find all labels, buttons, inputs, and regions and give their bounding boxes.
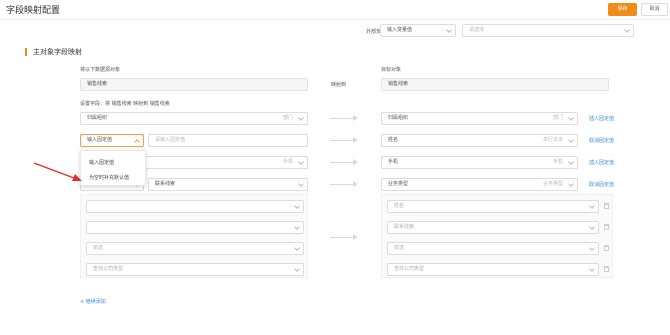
mapping-arrow — [330, 137, 358, 144]
cancel-button[interactable]: 取消 — [641, 3, 668, 16]
target-field-select[interactable]: 联系线索 — [387, 221, 599, 234]
external-owner-type-select[interactable]: 输入变量值 — [380, 24, 456, 37]
chevron-down-icon — [294, 224, 300, 230]
mapping-arrow — [330, 159, 358, 166]
chevron-down-icon — [589, 224, 595, 230]
target-field-value: 姓名 — [394, 203, 405, 209]
target-field-value: 业务类型 — [388, 181, 409, 187]
target-field-value: 手机 — [388, 159, 399, 165]
target-field-select[interactable]: 归属组织 部门 — [381, 112, 578, 125]
save-button[interactable]: 保存 — [608, 3, 637, 16]
source-object-label: 将以下数据源对象 — [80, 67, 121, 73]
chevron-down-icon — [294, 245, 300, 251]
chevron-down-icon — [589, 245, 595, 251]
source-field-value: 查找公司类型 — [93, 266, 124, 272]
source-field-value: 联系线索 — [155, 181, 176, 187]
source-field-type: 手机 — [282, 159, 293, 165]
map-to-label: 映射到 — [331, 82, 347, 88]
target-object-value: 销售线索 — [388, 81, 409, 87]
mapping-arrow — [330, 234, 358, 241]
chevron-down-icon — [568, 115, 574, 121]
fixed-value-placeholder: 请输入固定值 — [155, 137, 186, 143]
page-title: 字段映射配置 — [6, 6, 61, 16]
source-field-select[interactable]: 单选 — [86, 242, 304, 255]
source-field-select[interactable]: 联系线索 — [148, 178, 308, 191]
source-field-type: 部门 — [282, 115, 293, 121]
dropdown-option-fixed-value[interactable]: 输入固定值 — [89, 159, 114, 166]
source-field-value: 归属组织 — [87, 115, 108, 121]
trash-icon[interactable] — [604, 266, 609, 272]
external-owner-value-select[interactable]: 请选择 — [462, 24, 634, 37]
section-accent-bar — [25, 48, 27, 56]
chevron-down-icon — [568, 137, 574, 143]
target-field-type: 部门 — [552, 115, 563, 121]
chevron-down-icon — [298, 159, 304, 165]
trash-icon[interactable] — [604, 245, 609, 251]
chevron-up-icon — [134, 139, 140, 145]
source-field-select[interactable] — [86, 200, 304, 213]
source-field-select[interactable]: 查找公司类型 — [86, 263, 304, 276]
target-field-type: 单行文本 — [542, 137, 563, 143]
trash-icon[interactable] — [604, 203, 609, 209]
target-field-value: 单选 — [394, 245, 405, 251]
external-owner-value-placeholder: 请选择 — [469, 27, 485, 33]
header-divider — [0, 19, 670, 20]
external-owner-type-value: 输入变量值 — [387, 27, 413, 33]
chevron-down-icon — [568, 181, 574, 187]
mapping-arrow — [330, 115, 358, 122]
target-field-select[interactable]: 业务类型 业务类型 — [381, 178, 578, 191]
source-field-value: 单选 — [93, 245, 104, 251]
target-field-value: 查找公司类型 — [394, 266, 425, 272]
chevron-down-icon — [294, 266, 300, 272]
chevron-down-icon — [589, 266, 595, 272]
target-field-select[interactable]: 单选 — [387, 242, 599, 255]
target-field-value: 归属组织 — [388, 115, 409, 121]
target-field-value: 姓名 — [388, 137, 399, 143]
chevron-down-icon — [589, 203, 595, 209]
field-setting-label: 设置字段：将 销售线索 映射到 销售线索 — [80, 101, 170, 107]
chevron-down-icon — [298, 181, 304, 187]
target-object-field: 销售线索 — [381, 78, 609, 91]
cancel-fixed-value-link[interactable]: 取消固定值 — [589, 181, 614, 188]
mapping-arrow — [330, 181, 358, 188]
annotation-arrow — [33, 162, 82, 181]
fixed-value-input[interactable]: 请输入固定值 — [148, 134, 308, 147]
source-mode-dropdown: 输入固定值 为空时补充默认值 — [80, 150, 146, 186]
target-object-label: 目标对象 — [381, 67, 402, 73]
chevron-down-icon — [294, 203, 300, 209]
trash-icon[interactable] — [604, 224, 609, 230]
target-field-type: 手机 — [552, 159, 563, 165]
source-object-value: 销售线索 — [87, 81, 108, 87]
target-field-select[interactable]: 姓名 — [387, 200, 599, 213]
source-field-select[interactable] — [86, 221, 304, 234]
cancel-fixed-value-link[interactable]: 取消固定值 — [589, 137, 614, 144]
target-field-select[interactable]: 姓名 单行文本 — [381, 134, 578, 147]
chevron-down-icon — [298, 115, 304, 121]
chevron-down-icon — [446, 27, 452, 33]
target-field-type: 业务类型 — [542, 181, 563, 187]
section-title: 主对象字段映射 — [33, 48, 82, 56]
target-field-select[interactable]: 手机 手机 — [381, 156, 578, 169]
insert-fixed-value-link[interactable]: 插入固定值 — [589, 159, 614, 166]
insert-fixed-value-link[interactable]: 插入固定值 — [589, 115, 614, 122]
chevron-down-icon — [568, 159, 574, 165]
source-field-select[interactable]: 归属组织 部门 — [80, 112, 308, 125]
dropdown-option-default-when-empty[interactable]: 为空时补充默认值 — [89, 174, 129, 181]
target-field-value: 联系线索 — [394, 224, 415, 230]
target-field-select[interactable]: 查找公司类型 — [387, 263, 599, 276]
source-object-field: 销售线索 — [80, 78, 308, 91]
add-more-link[interactable]: + 继续添加 — [80, 298, 106, 305]
source-mode-value: 输入固定值 — [87, 137, 113, 143]
chevron-down-icon — [624, 27, 630, 33]
source-mode-select[interactable]: 输入固定值 — [80, 134, 144, 147]
